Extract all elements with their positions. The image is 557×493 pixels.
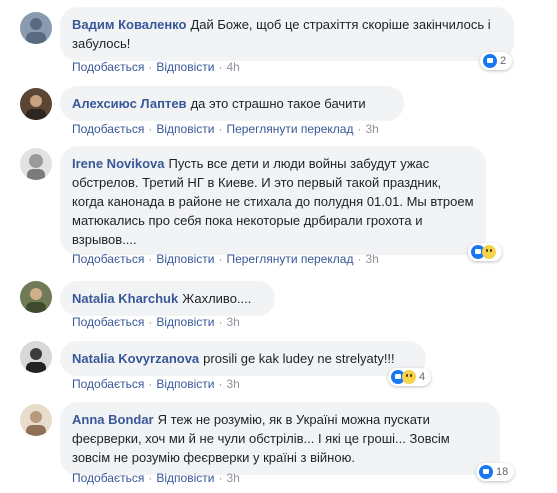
comment-actions: Подобається · Відповісти · 3h (72, 377, 240, 391)
avatar[interactable] (20, 404, 52, 436)
like-link[interactable]: Подобається (72, 122, 144, 136)
avatar[interactable] (20, 148, 52, 180)
reactions-count: 2 (500, 55, 507, 67)
comment-time[interactable]: 3h (365, 252, 378, 266)
comment-actions: Подобається · Відповісти · 3h (72, 315, 240, 329)
like-link[interactable]: Подобається (72, 377, 144, 391)
comment-bubble: Вадим Коваленко Дай Боже, щоб це страхітт… (60, 7, 514, 61)
comment-author[interactable]: Вадим Коваленко (72, 17, 186, 32)
like-icon (479, 465, 493, 479)
comment-bubble: Natalia Kovyrzanova prosili ge kak ludey … (60, 341, 426, 376)
reactions-count: 18 (496, 466, 509, 478)
comment-author[interactable]: Natalia Kovyrzanova (72, 351, 199, 366)
comment-bubble: Irene Novikova Пусть все дети и люди войн… (60, 146, 486, 255)
reply-link[interactable]: Відповісти (156, 122, 214, 136)
comment-actions: Подобається · Відповісти · Переглянути перек… (72, 252, 379, 266)
comment-time[interactable]: 3h (226, 377, 239, 391)
sad-icon (402, 370, 416, 384)
reply-link[interactable]: Відповісти (156, 315, 214, 329)
reactions-badge[interactable] (468, 243, 502, 261)
reactions-badge[interactable]: 2 (480, 52, 513, 70)
reply-link[interactable]: Відповісти (156, 60, 214, 74)
translate-link[interactable]: Переглянути переклад (226, 252, 353, 266)
reactions-badge[interactable]: 18 (476, 463, 515, 481)
reply-link[interactable]: Відповісти (156, 377, 214, 391)
reactions-badge[interactable]: 4 (388, 368, 432, 386)
comment-text: Жахливо.... (182, 291, 252, 306)
comment-time[interactable]: 3h (365, 122, 378, 136)
avatar[interactable] (20, 88, 52, 120)
comment-author[interactable]: Алехсиюс Лаптев (72, 96, 187, 111)
like-icon (483, 54, 497, 68)
reactions-count: 4 (419, 371, 426, 383)
sad-icon (482, 245, 496, 259)
comment-time[interactable]: 3h (226, 315, 239, 329)
avatar[interactable] (20, 281, 52, 313)
comment-time[interactable]: 4h (226, 60, 239, 74)
comment-text: да это страшно такое бачити (190, 96, 366, 111)
like-link[interactable]: Подобається (72, 471, 144, 485)
reply-link[interactable]: Відповісти (156, 471, 214, 485)
comment-bubble: Алехсиюс Лаптев да это страшно такое бачи… (60, 86, 404, 121)
comment-actions: Подобається · Відповісти · 4h (72, 60, 240, 74)
comment-time[interactable]: 3h (226, 471, 239, 485)
comment-text: prosili ge kak ludey ne strelyaty!!! (203, 351, 395, 366)
comment-author[interactable]: Natalia Kharchuk (72, 291, 178, 306)
reply-link[interactable]: Відповісти (156, 252, 214, 266)
comment-author[interactable]: Anna Bondar (72, 412, 154, 427)
translate-link[interactable]: Переглянути переклад (226, 122, 353, 136)
comment-actions: Подобається · Відповісти · 3h (72, 471, 240, 485)
avatar[interactable] (20, 12, 52, 44)
comment-bubble: Natalia Kharchuk Жахливо.... (60, 281, 275, 316)
like-link[interactable]: Подобається (72, 252, 144, 266)
like-link[interactable]: Подобається (72, 60, 144, 74)
comment-author[interactable]: Irene Novikova (72, 156, 165, 171)
comment-actions: Подобається · Відповісти · Переглянути перек… (72, 122, 379, 136)
like-link[interactable]: Подобається (72, 315, 144, 329)
comment-bubble: Anna Bondar Я теж не розумію, як в Україн… (60, 402, 500, 475)
avatar[interactable] (20, 341, 52, 373)
